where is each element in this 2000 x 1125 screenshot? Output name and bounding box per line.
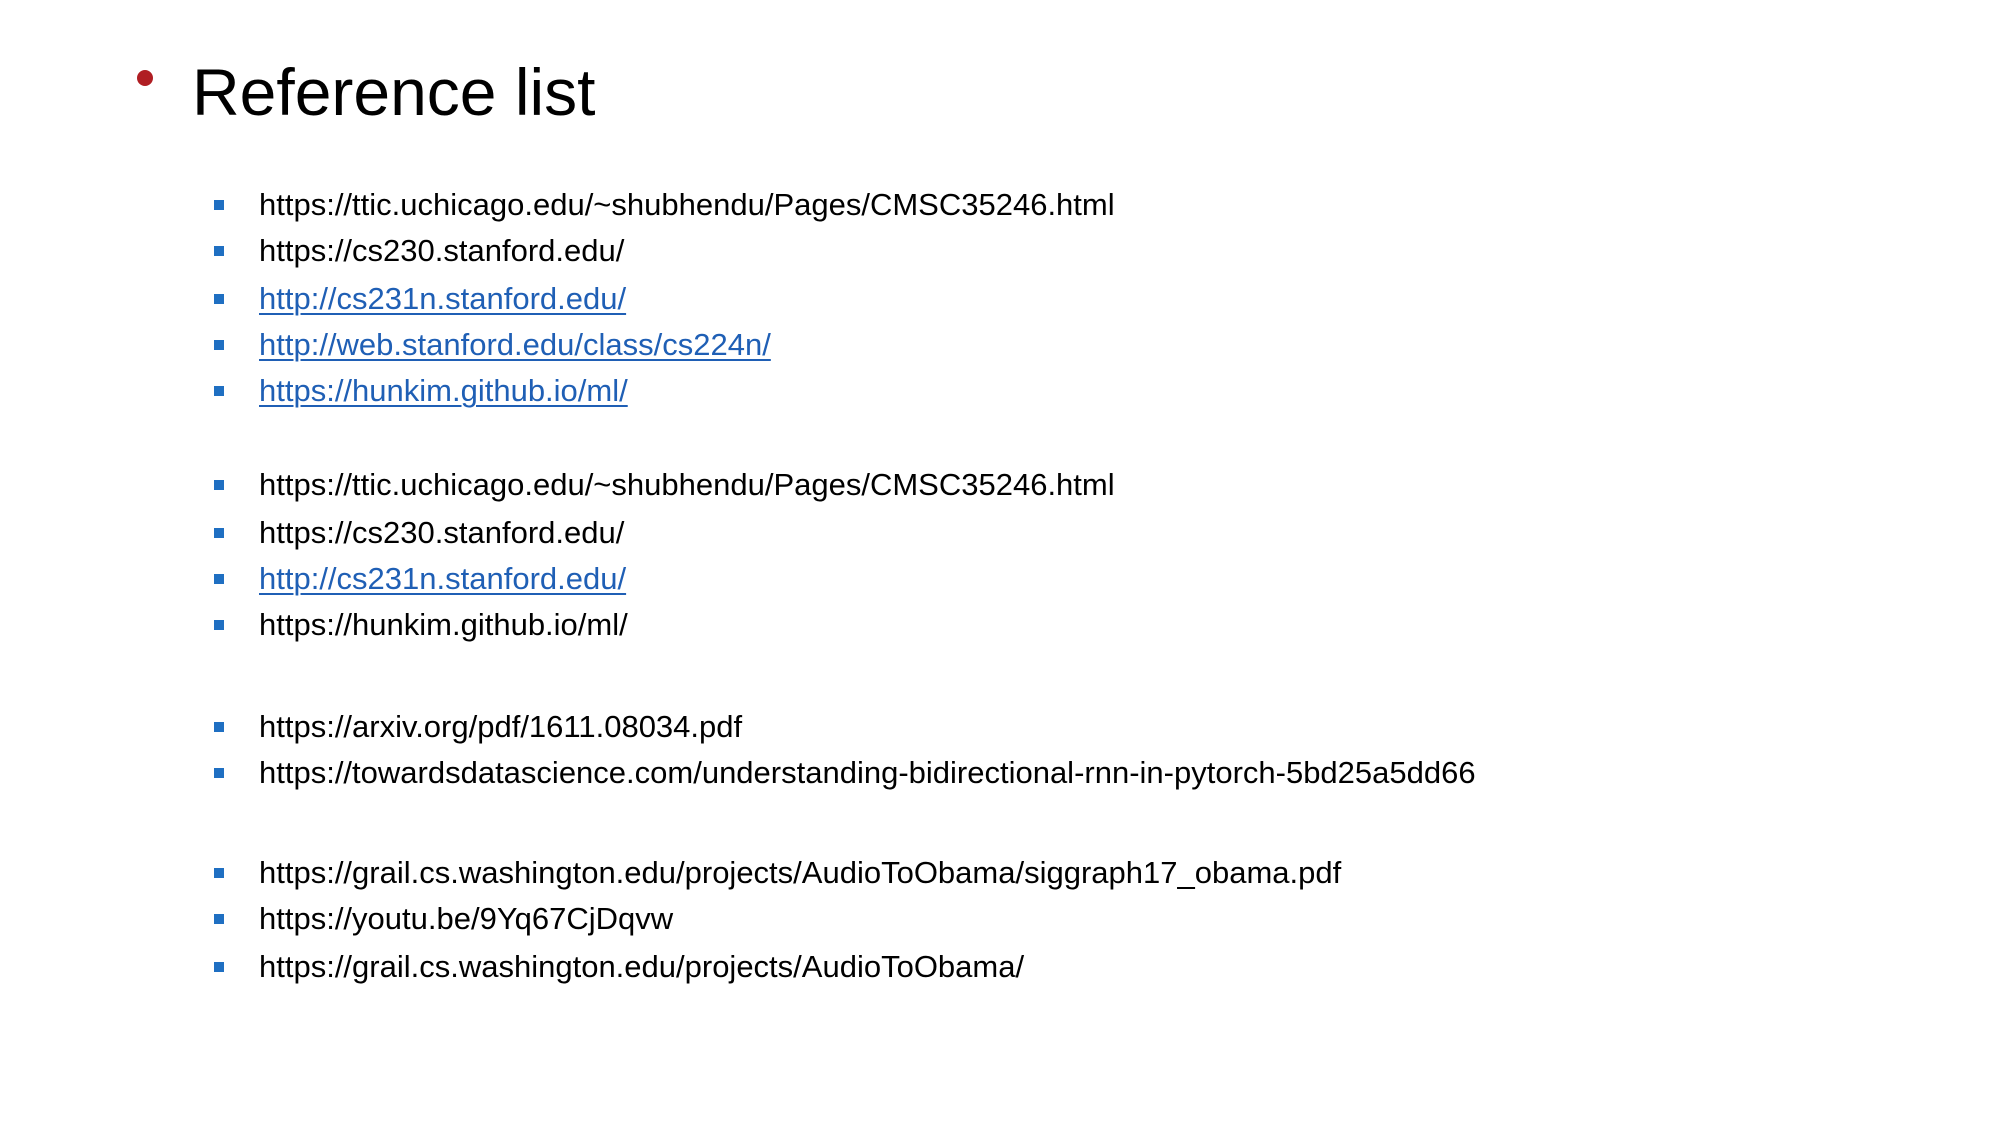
slide-title: Reference list	[192, 55, 596, 129]
reference-link[interactable]: http://cs231n.stanford.edu/	[259, 279, 626, 319]
reference-item: https://hunkim.github.io/ml/	[0, 371, 2000, 411]
title-bullet-icon	[137, 70, 153, 86]
reference-link[interactable]: https://hunkim.github.io/ml/	[259, 371, 628, 411]
reference-item: https://ttic.uchicago.edu/~shubhendu/Pag…	[0, 465, 2000, 505]
reference-item: http://cs231n.stanford.edu/	[0, 279, 2000, 319]
square-bullet-icon	[214, 200, 224, 210]
reference-item: https://grail.cs.washington.edu/projects…	[0, 947, 2000, 987]
reference-text: https://grail.cs.washington.edu/projects…	[259, 855, 1342, 890]
square-bullet-icon	[214, 480, 224, 490]
reference-item: https://grail.cs.washington.edu/projects…	[0, 853, 2000, 893]
square-bullet-icon	[214, 768, 224, 778]
reference-item: https://cs230.stanford.edu/	[0, 513, 2000, 553]
reference-item: https://arxiv.org/pdf/1611.08034.pdf	[0, 707, 2000, 747]
reference-text: https://arxiv.org/pdf/1611.08034.pdf	[259, 709, 743, 744]
square-bullet-icon	[214, 340, 224, 350]
reference-text: https://cs230.stanford.edu/	[259, 233, 625, 268]
slide: Reference list https://ttic.uchicago.edu…	[0, 0, 2000, 1125]
reference-item: https://towardsdatascience.com/understan…	[0, 753, 2000, 793]
reference-link[interactable]: http://web.stanford.edu/class/cs224n/	[259, 325, 771, 365]
reference-text: https://ttic.uchicago.edu/~shubhendu/Pag…	[259, 467, 1115, 502]
square-bullet-icon	[214, 868, 224, 878]
square-bullet-icon	[214, 528, 224, 538]
title-row: Reference list	[0, 52, 2000, 132]
reference-item: http://cs231n.stanford.edu/	[0, 559, 2000, 599]
reference-item: https://hunkim.github.io/ml/	[0, 605, 2000, 645]
square-bullet-icon	[214, 386, 224, 396]
reference-link[interactable]: http://cs231n.stanford.edu/	[259, 559, 626, 599]
reference-text: https://ttic.uchicago.edu/~shubhendu/Pag…	[259, 187, 1115, 222]
reference-item: https://ttic.uchicago.edu/~shubhendu/Pag…	[0, 185, 2000, 225]
reference-text: https://cs230.stanford.edu/	[259, 515, 625, 550]
reference-text: https://grail.cs.washington.edu/projects…	[259, 949, 1025, 984]
reference-item: https://cs230.stanford.edu/	[0, 231, 2000, 271]
square-bullet-icon	[214, 722, 224, 732]
square-bullet-icon	[214, 246, 224, 256]
reference-item: http://web.stanford.edu/class/cs224n/	[0, 325, 2000, 365]
reference-text: https://towardsdatascience.com/understan…	[259, 755, 1476, 790]
square-bullet-icon	[214, 962, 224, 972]
reference-text: https://youtu.be/9Yq67CjDqvw	[259, 901, 674, 936]
square-bullet-icon	[214, 574, 224, 584]
reference-item: https://youtu.be/9Yq67CjDqvw	[0, 899, 2000, 939]
square-bullet-icon	[214, 620, 224, 630]
square-bullet-icon	[214, 914, 224, 924]
square-bullet-icon	[214, 294, 224, 304]
reference-text: https://hunkim.github.io/ml/	[259, 607, 628, 642]
